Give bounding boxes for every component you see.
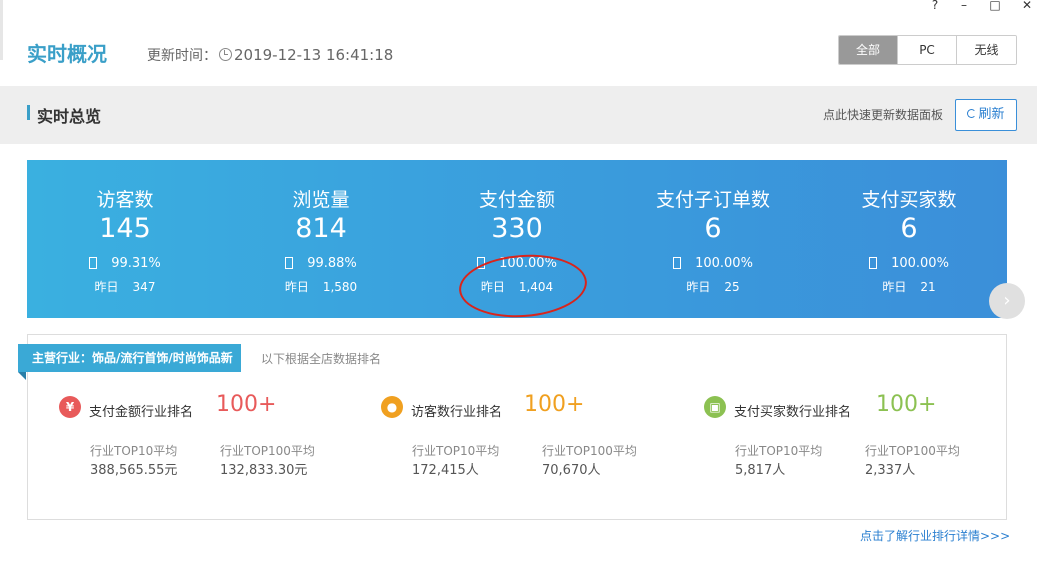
trend-icon	[869, 257, 878, 269]
stat-label: 浏览量	[292, 189, 350, 211]
next-arrow-button[interactable]: ›	[989, 283, 1025, 319]
top100-value: 132,833.30元	[220, 463, 308, 478]
stat-buyers[interactable]: 支付买家数 6 100.00% 昨日 21	[811, 160, 1007, 318]
page-title: 实时概况	[27, 42, 107, 66]
top100-label: 行业TOP100平均	[865, 444, 960, 458]
rank-label: 访客数行业排名	[411, 405, 503, 420]
close-icon[interactable]: ✕	[1019, 0, 1035, 12]
top10-value: 172,415人	[412, 463, 479, 478]
clock-icon	[219, 48, 232, 61]
top10-value: 388,565.55元	[90, 463, 178, 478]
stat-value: 814	[295, 213, 347, 244]
ranking-note: 以下根据全店数据排名	[261, 352, 382, 366]
stat-yesterday: 昨日 21	[882, 280, 936, 294]
refresh-hint: 点此快速更新数据面板	[823, 108, 944, 122]
trend-icon	[89, 257, 98, 269]
stat-label: 支付金额	[478, 189, 555, 211]
top100-value: 2,337人	[865, 463, 916, 478]
stat-yesterday: 昨日 25	[686, 280, 740, 294]
rank-value: 100+	[876, 392, 937, 417]
refresh-button[interactable]: 刷新	[955, 99, 1017, 131]
industry-detail-link[interactable]: 点击了解行业排行详情>>>	[860, 527, 1010, 544]
top100-label: 行业TOP100平均	[542, 444, 637, 458]
trend-icon	[673, 257, 682, 269]
yen-icon: ¥	[59, 396, 81, 418]
update-time: 更新时间： 2019-12-13 16:41:18	[147, 45, 393, 65]
segment-pc[interactable]: PC	[898, 36, 957, 64]
app-window: ? – □ ✕ 实时概况 更新时间： 2019-12-13 16:41:18 全部…	[0, 0, 1037, 581]
stat-value: 145	[99, 213, 151, 244]
rank-value: 100+	[524, 392, 585, 417]
top10-value: 5,817人	[735, 463, 786, 478]
rank-label: 支付金额行业排名	[89, 405, 194, 420]
tag-fold	[18, 372, 26, 380]
stat-pageviews[interactable]: 浏览量 814 99.88% 昨日 1,580	[223, 160, 419, 318]
help-icon[interactable]: ?	[927, 0, 943, 12]
stat-percent: 99.88%	[223, 256, 419, 271]
title-bar: ? – □ ✕	[0, 0, 1037, 14]
update-label: 更新时间：	[147, 48, 217, 64]
top10-label: 行业TOP10平均	[90, 444, 178, 458]
stat-percent: 100.00%	[615, 256, 811, 271]
top10-label: 行业TOP10平均	[735, 444, 823, 458]
segment-all[interactable]: 全部	[839, 36, 898, 64]
rank-value: 100+	[216, 392, 277, 417]
stat-label: 支付子订单数	[655, 189, 770, 211]
trend-icon	[285, 257, 294, 269]
stat-yesterday: 昨日 1,580	[284, 280, 358, 294]
minimize-icon[interactable]: –	[956, 0, 972, 12]
stat-sub-orders[interactable]: 支付子订单数 6 100.00% 昨日 25	[615, 160, 811, 318]
update-time-value: 2019-12-13 16:41:18	[234, 46, 394, 64]
section-marker	[27, 105, 30, 120]
device-segment: 全部 PC 无线	[838, 35, 1017, 65]
refresh-icon	[967, 109, 977, 118]
stat-percent: 99.31%	[27, 256, 223, 271]
industry-tag: 主营行业：饰品/流行首饰/时尚饰品新	[18, 344, 241, 372]
stat-label: 支付买家数	[861, 189, 957, 211]
stat-visitors[interactable]: 访客数 145 99.31% 昨日 347	[27, 160, 223, 318]
top100-value: 70,670人	[542, 463, 601, 478]
stat-value: 6	[704, 213, 722, 244]
rank-label: 支付买家数行业排名	[734, 405, 852, 420]
segment-wireless[interactable]: 无线	[957, 36, 1016, 64]
refresh-label: 刷新	[978, 107, 1005, 122]
maximize-icon[interactable]: □	[987, 0, 1003, 12]
wallet-icon: ▣	[704, 396, 726, 418]
stat-yesterday: 昨日 347	[94, 280, 156, 294]
stat-value: 330	[491, 213, 543, 244]
stat-percent: 100.00%	[811, 256, 1007, 271]
top100-label: 行业TOP100平均	[220, 444, 315, 458]
stat-value: 6	[900, 213, 918, 244]
top10-label: 行业TOP10平均	[412, 444, 500, 458]
overview-title: 实时总览	[37, 107, 102, 126]
stat-label: 访客数	[96, 189, 154, 211]
user-icon: ●	[381, 396, 403, 418]
chevron-right-icon: ›	[1003, 290, 1011, 311]
